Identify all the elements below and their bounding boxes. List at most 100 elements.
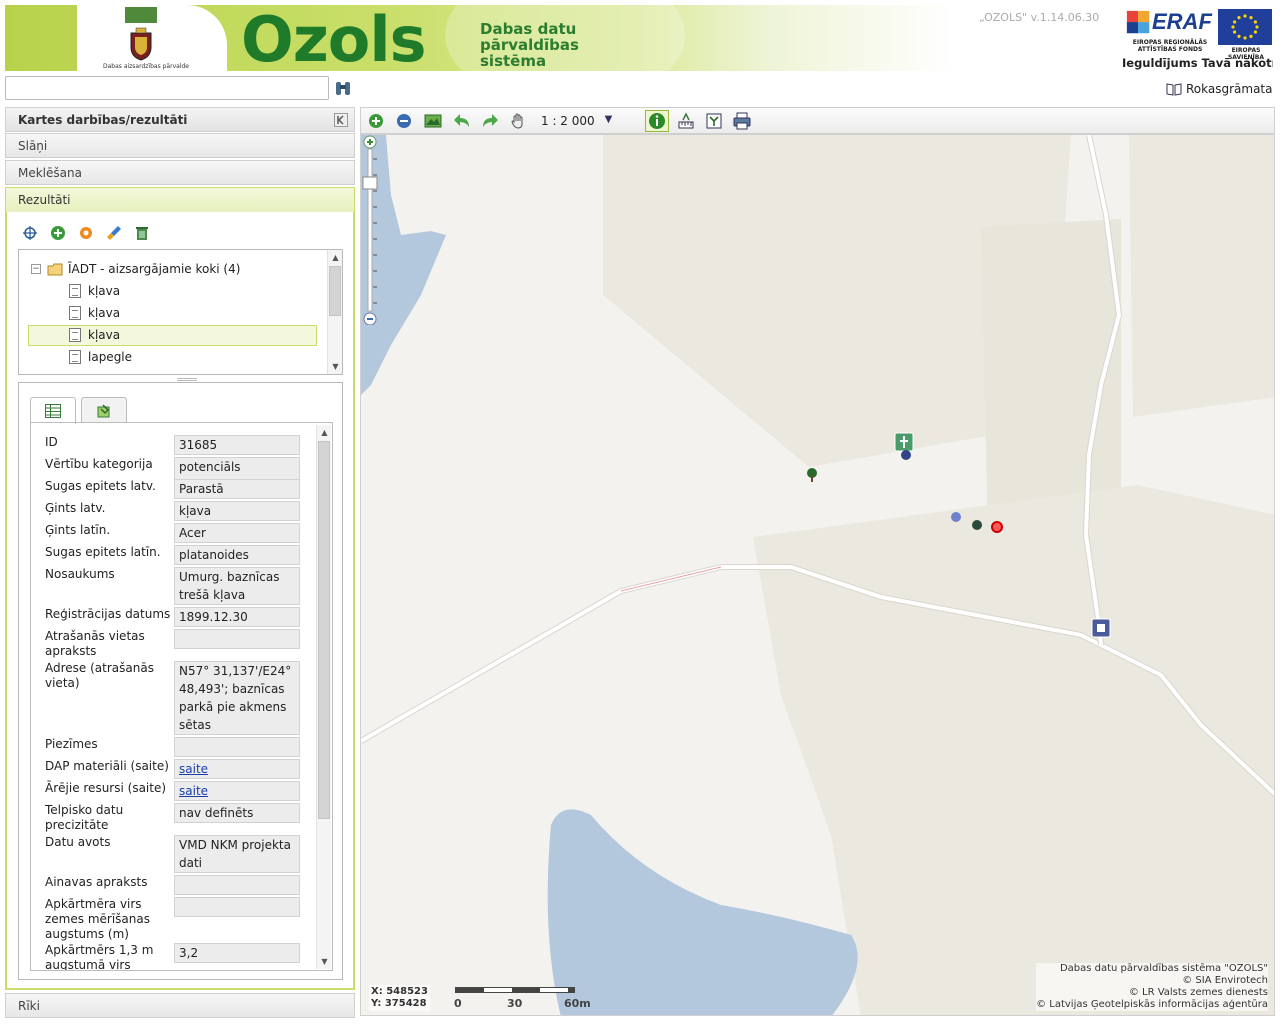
- field-value: 31685: [174, 435, 300, 455]
- binoculars-search-button[interactable]: [334, 79, 352, 97]
- zoom-to-crosshair-icon[interactable]: [21, 224, 39, 242]
- manual-label: Rokasgrāmata: [1186, 82, 1273, 96]
- map-canvas[interactable]: X: 548523 Y: 375428 0 30 60m Dabas datu …: [360, 134, 1275, 1016]
- scroll-down-icon[interactable]: ▼: [331, 362, 340, 371]
- panel-title-label: Kartes darbības/rezultāti: [18, 113, 188, 127]
- dap-materials-link[interactable]: saite: [179, 762, 208, 776]
- selected-marker: [991, 521, 1003, 533]
- tree-scrollbar[interactable]: ▲ ▼: [327, 250, 342, 374]
- tab-attributes[interactable]: [30, 397, 76, 424]
- back-arrow-icon[interactable]: [453, 112, 471, 130]
- coordinates-readout: X: 548523 Y: 375428: [369, 985, 430, 1011]
- scroll-up-icon[interactable]: ▲: [331, 253, 340, 262]
- accordion-layers[interactable]: Slāņi: [5, 133, 355, 158]
- forward-arrow-icon[interactable]: [481, 112, 499, 130]
- accordion-tools[interactable]: Rīki: [5, 993, 355, 1018]
- results-toolbar: [21, 224, 151, 242]
- info-icon[interactable]: [648, 112, 666, 130]
- measure-icon[interactable]: [677, 112, 695, 130]
- field-value: [174, 737, 300, 757]
- zoom-in-icon[interactable]: [367, 112, 385, 130]
- scale-label: 30: [507, 997, 523, 1010]
- tree-item-selected[interactable]: kļava: [69, 325, 120, 345]
- field-value: [174, 875, 300, 895]
- flag-icon: [125, 7, 157, 23]
- scroll-thumb[interactable]: [329, 266, 341, 316]
- eraf-logo-icon: [1126, 10, 1150, 34]
- pane-splitter[interactable]: [177, 378, 197, 381]
- scroll-down-icon[interactable]: ▼: [320, 957, 329, 966]
- eraf-fund-line: EIROPAS REĢIONĀLĀS: [1132, 39, 1208, 46]
- scroll-thumb[interactable]: [318, 441, 330, 819]
- field-label: Apkārtmēra virs zemes mērīšanas augstums…: [45, 897, 150, 941]
- coord-x: X: 548523: [371, 986, 428, 997]
- settings-gear-icon[interactable]: [77, 224, 95, 242]
- field-label: Telpisko datu precizitāte: [45, 803, 124, 832]
- tree-marker: [901, 450, 911, 460]
- results-tree: − ĪADT - aizsargājamie koki (4) kļava kļ…: [18, 249, 343, 375]
- coordinates-icon[interactable]: [705, 112, 723, 130]
- tree-group-label: ĪADT - aizsargājamie koki (4): [68, 262, 241, 276]
- tree-item[interactable]: kļava: [69, 281, 120, 301]
- clear-brush-icon[interactable]: [105, 224, 123, 242]
- tab-attachments[interactable]: [81, 397, 127, 423]
- attribution-line: © LR Valsts zemes dienests: [1036, 987, 1268, 999]
- pan-hand-icon[interactable]: [509, 112, 527, 130]
- trash-icon[interactable]: [133, 224, 151, 242]
- eraf-panel: ERAF EIROPAS REĢIONĀLĀS ATTĪSTĪBAS FONDS…: [1118, 5, 1273, 71]
- field-value: [174, 629, 300, 649]
- app-subtitle: Dabas datu pārvaldības sistēma: [480, 21, 579, 69]
- field-value: 3,2: [174, 943, 300, 963]
- coord-y: Y: 375428: [371, 998, 427, 1009]
- field-label: Ģints latv.: [45, 501, 106, 515]
- field-value: Parastā: [174, 479, 300, 499]
- app-subtitle-line: pārvaldības: [480, 36, 579, 54]
- eraf-fund-caption: EIROPAS REĢIONĀLĀS ATTĪSTĪBAS FONDS: [1122, 39, 1218, 53]
- field-label: ID: [45, 435, 58, 449]
- document-icon: [69, 350, 81, 364]
- attributes-scrollbar[interactable]: ▲ ▼: [316, 425, 331, 969]
- field-value: nav definēts: [174, 803, 300, 823]
- collapse-toggle-icon[interactable]: −: [31, 264, 41, 274]
- tree-item[interactable]: lapegle: [69, 347, 132, 367]
- add-icon[interactable]: [49, 224, 67, 242]
- tree-item-label: kļava: [88, 284, 121, 298]
- accordion-results[interactable]: Rezultāti: [5, 187, 355, 213]
- tree-group[interactable]: − ĪADT - aizsargājamie koki (4): [31, 259, 240, 279]
- tree-item-label: kļava: [88, 306, 121, 320]
- field-label: Sugas epitets latv.: [45, 479, 156, 493]
- zoom-slider[interactable]: [361, 135, 379, 325]
- poi-marker-glyph: [1097, 624, 1105, 632]
- external-resources-link[interactable]: saite: [179, 784, 208, 798]
- field-value: platanoides: [174, 545, 300, 565]
- zoom-out-icon[interactable]: [395, 112, 413, 130]
- scale-select[interactable]: 1 : 2 000 ▼: [541, 114, 612, 128]
- attachment-icon: [97, 404, 110, 417]
- accordion-search[interactable]: Meklēšana: [5, 160, 355, 185]
- eraf-label: ERAF: [1152, 9, 1212, 34]
- field-label: Reģistrācijas datums: [45, 607, 171, 621]
- print-icon[interactable]: [733, 112, 751, 130]
- field-label: Apkārtmērs 1,3 m augstumā virs zemes: [45, 943, 154, 971]
- attributes-grid: ▲ ▼ ID 31685 Vērtību kategorija potenciā…: [30, 423, 333, 971]
- scale-bar: [455, 987, 575, 993]
- collapse-panel-icon[interactable]: [334, 113, 348, 127]
- search-input[interactable]: [5, 76, 329, 100]
- manual-link[interactable]: Rokasgrāmata: [1166, 82, 1273, 96]
- chevron-down-icon: ▼: [604, 114, 613, 125]
- field-value: N57° 31,137'/E24° 48,493'; baznīcas park…: [174, 661, 300, 735]
- document-icon: [69, 328, 81, 342]
- field-label: Sugas epitets latīn.: [45, 545, 161, 559]
- book-icon: [1166, 83, 1182, 96]
- coat-caption: Dabas aizsardzības pārvalde: [103, 63, 189, 70]
- map-layer: [361, 135, 1274, 1015]
- results-body: − ĪADT - aizsargājamie koki (4) kļava kļ…: [5, 212, 355, 990]
- field-label: Ārējie resursi (saite): [45, 781, 167, 795]
- scroll-up-icon[interactable]: ▲: [320, 428, 329, 437]
- tree-item[interactable]: kļava: [69, 303, 120, 323]
- coat-of-arms-icon: [130, 27, 152, 61]
- attribution-line: Dabas datu pārvaldības sistēma "OZOLS": [1036, 963, 1268, 975]
- tree-item-label: kļava: [88, 328, 121, 342]
- full-extent-icon[interactable]: [424, 112, 442, 130]
- field-label: DAP materiāli (saite): [45, 759, 169, 773]
